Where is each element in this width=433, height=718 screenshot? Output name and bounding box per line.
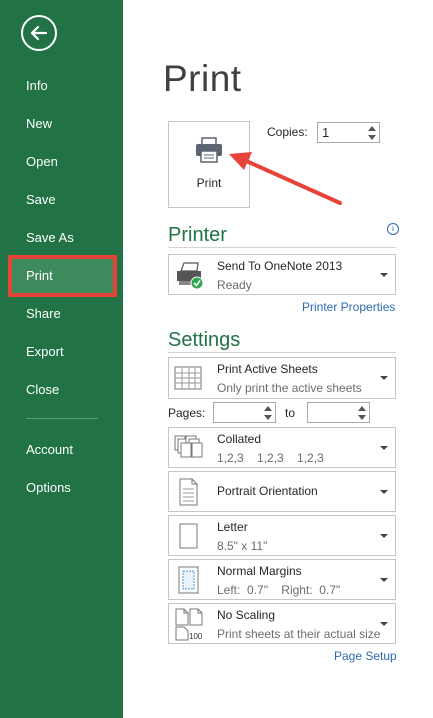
scaling-dropdown[interactable]: 100 No Scaling Print sheets at their act…: [168, 603, 396, 644]
sidebar-item-share[interactable]: Share: [0, 295, 123, 333]
chevron-down-icon: [380, 446, 388, 450]
sidebar-item-save-as[interactable]: Save As: [0, 219, 123, 257]
printer-name: Send To OneNote 2013: [217, 259, 343, 273]
page-title: Print: [163, 58, 242, 99]
printer-properties-link[interactable]: Printer Properties: [302, 300, 395, 314]
sidebar-item-options[interactable]: Options: [0, 469, 123, 507]
spin-up-icon[interactable]: [264, 406, 272, 411]
pages-to-spin-arrows[interactable]: [355, 403, 369, 422]
pages-label: Pages:: [168, 406, 206, 420]
scaling-title: No Scaling: [217, 608, 276, 622]
paper-size-subtitle: 8.5" x 11": [217, 539, 268, 553]
sidebar-divider: [26, 418, 98, 419]
chevron-down-icon: [380, 273, 388, 277]
settings-section-divider: [168, 352, 396, 353]
scaling-icon-text: 100: [189, 632, 203, 641]
spin-down-icon[interactable]: [264, 415, 272, 420]
collation-dropdown[interactable]: Collated 1,2,3 1,2,3 1,2,3: [168, 427, 396, 468]
pages-to-stepper[interactable]: [307, 402, 370, 423]
sidebar-item-close[interactable]: Close: [0, 371, 123, 409]
print-highlight-box: [8, 255, 117, 297]
printer-section-title: Printer: [168, 224, 227, 246]
collated-pages-icon: [174, 435, 203, 458]
spin-down-icon[interactable]: [368, 135, 376, 140]
scaling-subtitle: Print sheets at their actual size: [217, 627, 381, 641]
orientation-dropdown[interactable]: Portrait Orientation: [168, 471, 396, 512]
margins-icon: [178, 566, 199, 594]
sidebar-item-open[interactable]: Open: [0, 143, 123, 181]
margins-dropdown[interactable]: Normal Margins Left: 0.7" Right: 0.7": [168, 559, 396, 600]
sidebar-item-save[interactable]: Save: [0, 181, 123, 219]
info-icon[interactable]: i: [387, 223, 399, 235]
spin-down-icon[interactable]: [358, 415, 366, 420]
sidebar-item-new[interactable]: New: [0, 105, 123, 143]
printer-section-divider: [168, 247, 396, 248]
print-button-label: Print: [196, 176, 222, 190]
copies-label: Copies:: [267, 125, 308, 139]
collation-title: Collated: [217, 432, 262, 446]
page-setup-link[interactable]: Page Setup: [334, 649, 397, 663]
backstage-sidebar: Info New Open Save Save As Print Share E…: [0, 0, 123, 718]
printer-device-icon: [177, 262, 204, 290]
collation-subtitle: 1,2,3 1,2,3 1,2,3: [217, 451, 324, 465]
print-what-title: Print Active Sheets: [217, 362, 318, 376]
print-what-subtitle: Only print the active sheets: [217, 381, 362, 395]
print-what-dropdown[interactable]: Print Active Sheets Only print the activ…: [168, 357, 396, 399]
chevron-down-icon: [380, 376, 388, 380]
printer-status: Ready: [217, 278, 252, 292]
sidebar-item-account[interactable]: Account: [0, 431, 123, 469]
chevron-down-icon: [380, 578, 388, 582]
sheet-grid-icon: [174, 366, 202, 390]
copies-spin-arrows[interactable]: [365, 123, 379, 142]
margins-subtitle: Left: 0.7" Right: 0.7": [217, 583, 341, 597]
scaling-icon: 100: [175, 608, 203, 641]
sidebar-item-export[interactable]: Export: [0, 333, 123, 371]
paper-size-title: Letter: [217, 520, 248, 534]
chevron-down-icon: [380, 490, 388, 494]
paper-size-icon: [179, 523, 198, 549]
copies-value: 1: [322, 125, 330, 140]
orientation-title: Portrait Orientation: [217, 484, 318, 498]
pages-from-spin-arrows[interactable]: [261, 403, 275, 422]
pages-from-stepper[interactable]: [213, 402, 276, 423]
sidebar-item-info[interactable]: Info: [0, 67, 123, 105]
chevron-down-icon: [380, 622, 388, 626]
chevron-down-icon: [380, 534, 388, 538]
pages-to-label: to: [285, 406, 296, 420]
margins-title: Normal Margins: [217, 564, 302, 578]
spin-up-icon[interactable]: [358, 406, 366, 411]
spin-up-icon[interactable]: [368, 126, 376, 131]
copies-stepper[interactable]: 1: [317, 122, 380, 143]
paper-size-dropdown[interactable]: Letter 8.5" x 11": [168, 515, 396, 556]
printer-dropdown[interactable]: Send To OneNote 2013 Ready: [168, 254, 396, 295]
portrait-page-icon: [179, 478, 198, 506]
back-arrow-icon[interactable]: [21, 15, 57, 51]
settings-section-title: Settings: [168, 329, 241, 351]
print-button[interactable]: Print: [168, 121, 250, 208]
printer-icon: [196, 137, 222, 163]
